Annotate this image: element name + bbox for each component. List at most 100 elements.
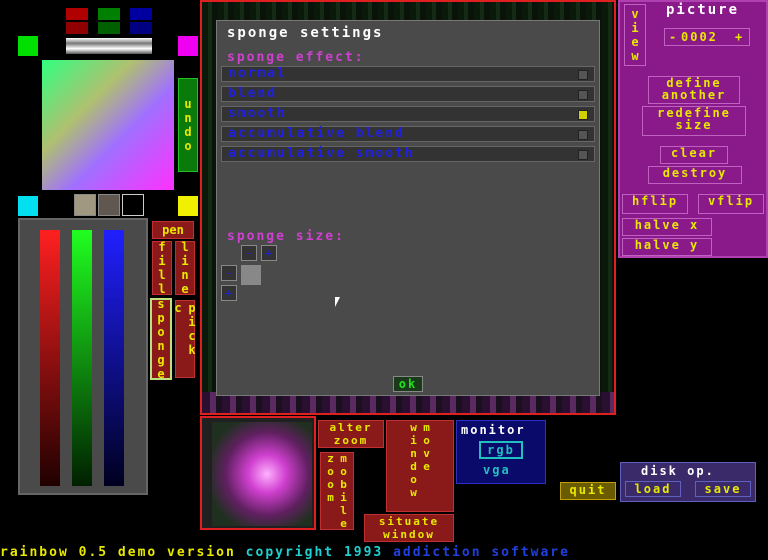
line-label: line: [178, 240, 192, 296]
rgb-button[interactable]: rgb: [479, 441, 523, 459]
option-checkbox[interactable]: [578, 90, 588, 100]
alter-zoom-button[interactable]: alter zoom: [318, 420, 384, 448]
pick-color-tool[interactable]: pick c: [171, 300, 199, 378]
option-normal[interactable]: normal: [221, 66, 595, 82]
view-label: view: [628, 7, 642, 63]
color-picker-square[interactable]: [42, 60, 174, 190]
magenta-corner-swatch[interactable]: [178, 36, 198, 56]
picture-panel: view picture - 0002 + define another red…: [618, 0, 768, 258]
save-label: save: [704, 482, 742, 496]
option-smooth[interactable]: smooth: [221, 106, 595, 122]
footer-copyright: copyright 1993: [245, 545, 384, 560]
red-swatch-a[interactable]: [66, 8, 88, 20]
option-label: blend: [228, 86, 278, 101]
undo-button[interactable]: undo: [178, 78, 198, 172]
quit-label: quit: [569, 483, 607, 497]
situate-window-button[interactable]: situate window: [364, 514, 454, 542]
blue-slider[interactable]: [104, 230, 124, 486]
option-label: accumulative smooth: [228, 146, 415, 161]
pen-label: pen: [162, 223, 184, 237]
footer-version: rainbow 0.5 demo version: [0, 545, 236, 560]
zoom-preview-burst: [212, 422, 312, 526]
monitor-panel: monitor rgb vga: [456, 420, 546, 484]
mouse-pointer-icon: [335, 297, 340, 307]
halve-y-button[interactable]: halve y: [622, 238, 712, 256]
height-minus-button[interactable]: -: [221, 265, 237, 281]
halve-y-label: halve y: [634, 238, 700, 252]
alter-zoom-label: alter zoom: [329, 421, 373, 447]
move-window-label: move window: [407, 421, 433, 499]
save-button[interactable]: save: [695, 481, 751, 497]
situate-window-label: situate window: [378, 515, 440, 541]
sponge-tool[interactable]: sponge: [150, 297, 172, 381]
define-another-button[interactable]: define another: [648, 76, 740, 104]
footer-credits: rainbow 0.5 demo version copyright 1993 …: [0, 545, 570, 560]
move-window-button[interactable]: move window: [386, 420, 454, 512]
vflip-button[interactable]: vflip: [698, 194, 764, 214]
pen-tool[interactable]: pen: [152, 221, 194, 239]
disk-op-panel: disk op. load save: [620, 462, 756, 502]
halve-x-button[interactable]: halve x: [622, 218, 712, 236]
gray-gradient-strip[interactable]: [66, 38, 152, 54]
vga-label: vga: [483, 463, 511, 477]
option-checkbox[interactable]: [578, 130, 588, 140]
option-checkbox-selected[interactable]: [578, 110, 588, 120]
zoom-preview[interactable]: [200, 416, 316, 530]
view-button[interactable]: view: [624, 4, 646, 66]
black-swatch[interactable]: [122, 194, 144, 216]
rgb-slider-panel: [18, 218, 148, 495]
cyan-corner-swatch[interactable]: [18, 196, 38, 216]
mobile-zoom-label: mobile zoom: [324, 452, 350, 530]
dialog-title: sponge settings: [227, 25, 384, 41]
picture-number-box: - 0002 +: [664, 28, 750, 46]
mobile-zoom-button[interactable]: mobile zoom: [320, 452, 354, 530]
picture-title: picture: [666, 2, 740, 18]
quit-button[interactable]: quit: [560, 482, 616, 500]
monitor-title: monitor: [461, 423, 526, 437]
picture-plus-button[interactable]: +: [735, 30, 744, 44]
fill-tool[interactable]: fill: [152, 240, 172, 296]
tan-swatch[interactable]: [74, 194, 96, 216]
load-button[interactable]: load: [625, 481, 681, 497]
option-blend[interactable]: blend: [221, 86, 595, 102]
destroy-button[interactable]: destroy: [648, 166, 742, 184]
option-label: normal: [228, 66, 287, 81]
option-checkbox[interactable]: [578, 150, 588, 160]
red-slider[interactable]: [40, 230, 60, 486]
blue-swatch-b[interactable]: [130, 22, 152, 34]
option-accumulative-blend[interactable]: accumulative blend: [221, 126, 595, 142]
load-label: load: [634, 482, 672, 496]
sponge-effect-label: sponge effect:: [227, 50, 365, 65]
option-accumulative-smooth[interactable]: accumulative smooth: [221, 146, 595, 162]
picture-number: 0002: [681, 30, 718, 44]
green-slider[interactable]: [72, 230, 92, 486]
line-tool[interactable]: line: [175, 240, 195, 296]
ok-button[interactable]: ok: [393, 376, 423, 392]
yellow-corner-swatch[interactable]: [178, 196, 198, 216]
vga-button[interactable]: vga: [483, 463, 511, 477]
halve-x-label: halve x: [634, 218, 700, 232]
redefine-size-button[interactable]: redefine size: [642, 106, 746, 136]
define-label: define another: [661, 76, 727, 102]
green-swatch-a[interactable]: [98, 8, 120, 20]
green-corner-swatch[interactable]: [18, 36, 38, 56]
width-minus-button[interactable]: -: [241, 245, 257, 261]
vflip-label: vflip: [707, 194, 755, 208]
sponge-settings-dialog: sponge settings sponge effect: normal bl…: [216, 20, 600, 396]
option-label: accumulative blend: [228, 126, 405, 141]
option-checkbox[interactable]: [578, 70, 588, 80]
hflip-label: hflip: [631, 194, 679, 208]
gray-swatch[interactable]: [98, 194, 120, 216]
hflip-button[interactable]: hflip: [622, 194, 688, 214]
green-swatch-b[interactable]: [98, 22, 120, 34]
width-plus-button[interactable]: +: [261, 245, 277, 261]
ok-label: ok: [398, 377, 418, 391]
sponge-size-preview: [241, 265, 261, 285]
clear-button[interactable]: clear: [660, 146, 728, 164]
option-label: smooth: [228, 106, 287, 121]
blue-swatch-a[interactable]: [130, 8, 152, 20]
picture-minus-button[interactable]: -: [669, 30, 678, 44]
height-plus-button[interactable]: +: [221, 285, 237, 301]
red-swatch-b[interactable]: [66, 22, 88, 34]
pick-label: pick c: [171, 301, 199, 357]
